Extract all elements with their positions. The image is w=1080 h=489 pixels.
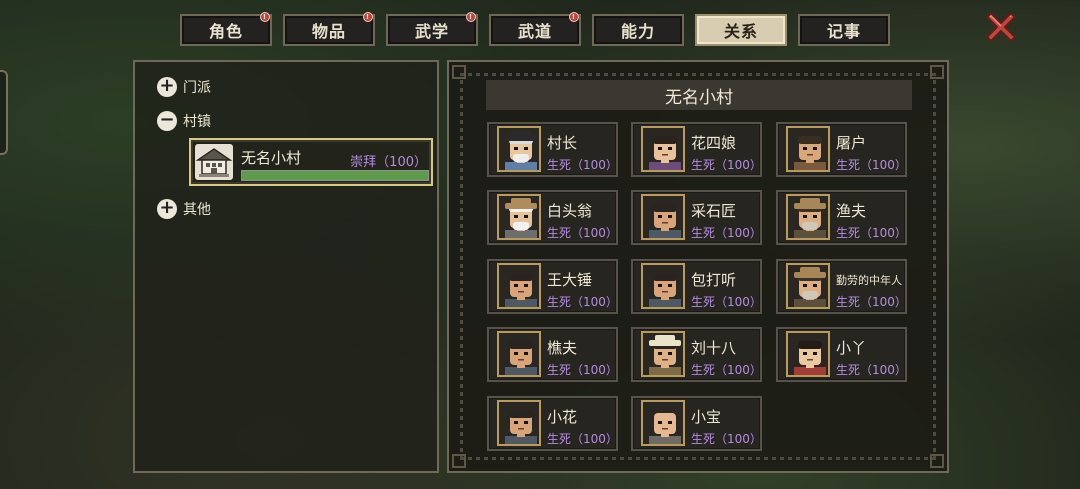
character-card[interactable]: 采石匠生死（100） xyxy=(631,190,762,245)
character-portrait-icon xyxy=(786,194,830,240)
character-relation: 生死（100） xyxy=(547,432,618,446)
tab-label: 关系 xyxy=(723,22,758,41)
village-relation: 崇拜（100） xyxy=(350,155,427,170)
character-relation: 生死（100） xyxy=(691,295,762,309)
character-relation: 生死（100） xyxy=(836,363,907,377)
region-tree-panel: + 门派 − 村镇 无名小村 崇拜（100） + 其他 xyxy=(133,60,439,473)
character-relation: 生死（100） xyxy=(836,226,907,240)
character-card[interactable]: 勤劳的中年人 生死（100） xyxy=(776,259,907,314)
tab-label: 物品 xyxy=(311,22,346,41)
character-portrait-icon xyxy=(641,400,685,446)
village-name: 无名小村 xyxy=(241,149,302,167)
tree-group-label: 其他 xyxy=(183,202,211,218)
character-name: 花四娘 xyxy=(691,134,737,152)
corner-ornament xyxy=(930,65,944,79)
character-card[interactable]: 王大锤生死（100） xyxy=(487,259,618,314)
tree-group-villages[interactable]: − 村镇 xyxy=(157,111,211,131)
character-relation: 生死（100） xyxy=(547,158,618,172)
relation-progress-fill xyxy=(242,171,428,180)
tab-martial-arts[interactable]: 武学 ! xyxy=(386,12,478,46)
notification-badge-icon: ! xyxy=(363,12,373,22)
character-portrait-icon xyxy=(497,194,541,240)
character-portrait-icon xyxy=(641,194,685,240)
character-relation: 生死（100） xyxy=(547,363,618,377)
notification-badge-icon: ! xyxy=(466,12,476,22)
character-name: 樵夫 xyxy=(547,339,578,357)
character-card[interactable]: 花四娘生死（100） xyxy=(631,122,762,177)
expand-plus-icon[interactable]: + xyxy=(157,77,177,97)
corner-ornament xyxy=(452,65,466,79)
village-house-icon xyxy=(195,144,233,180)
character-portrait-icon xyxy=(497,126,541,172)
tab-label: 武学 xyxy=(414,22,449,41)
character-portrait-icon xyxy=(786,126,830,172)
tab-journal[interactable]: 记事 xyxy=(798,14,890,46)
character-relation: 生死（100） xyxy=(691,226,762,240)
tree-group-label: 门派 xyxy=(183,80,211,96)
corner-ornament xyxy=(452,454,466,468)
tab-label: 角色 xyxy=(208,22,243,41)
character-card[interactable]: 小丫生死（100） xyxy=(776,327,907,382)
relation-progress-bar xyxy=(241,170,429,181)
character-relation: 生死（100） xyxy=(691,432,762,446)
character-relation: 生死（100） xyxy=(547,295,618,309)
character-card[interactable]: 刘十八生死（100） xyxy=(631,327,762,382)
character-portrait-icon xyxy=(497,331,541,377)
character-card[interactable]: 小花生死（100） xyxy=(487,396,618,451)
character-portrait-icon xyxy=(497,400,541,446)
character-card[interactable]: 白头翁生死（100） xyxy=(487,190,618,245)
character-relation: 生死（100） xyxy=(691,158,762,172)
tab-label: 记事 xyxy=(826,22,861,41)
character-card[interactable]: 屠户生死（100） xyxy=(776,122,907,177)
character-relation: 生死（100） xyxy=(836,158,907,172)
character-relation: 生死（100） xyxy=(691,363,762,377)
character-card[interactable]: 小宝生死（100） xyxy=(631,396,762,451)
tab-label: 武道 xyxy=(517,22,552,41)
character-card[interactable]: 包打听生死（100） xyxy=(631,259,762,314)
character-portrait-icon xyxy=(641,263,685,309)
notification-badge-icon: ! xyxy=(569,12,579,22)
notification-badge-icon: ! xyxy=(260,12,270,22)
character-name: 采石匠 xyxy=(691,202,737,220)
character-name: 屠户 xyxy=(836,134,867,152)
close-button[interactable] xyxy=(982,8,1020,46)
expand-plus-icon[interactable]: + xyxy=(157,199,177,219)
character-name: 王大锤 xyxy=(547,271,593,289)
character-portrait-icon xyxy=(786,331,830,377)
tree-group-label: 村镇 xyxy=(183,114,211,130)
character-relation: 生死（100） xyxy=(836,295,907,309)
character-name: 白头翁 xyxy=(547,202,593,220)
panel-title: 无名小村 xyxy=(486,80,912,110)
character-card[interactable]: 樵夫生死（100） xyxy=(487,327,618,382)
character-portrait-icon xyxy=(641,126,685,172)
tab-items[interactable]: 物品 ! xyxy=(283,12,375,46)
character-relations-panel: 无名小村 村长 生死（100） 花四娘 生死（100） 屠户 生死（100） 白头翁 生死（1… xyxy=(447,60,949,473)
character-name: 小丫 xyxy=(836,339,867,357)
tab-martial-way[interactable]: 武道 ! xyxy=(489,12,581,46)
tab-abilities[interactable]: 能力 xyxy=(592,14,684,46)
character-name: 小花 xyxy=(547,408,578,426)
tree-group-others[interactable]: + 其他 xyxy=(157,199,211,219)
side-drawer-handle[interactable] xyxy=(0,70,8,155)
character-portrait-icon xyxy=(786,263,830,309)
character-name: 勤劳的中年人 xyxy=(836,274,902,287)
character-card[interactable]: 渔夫生死（100） xyxy=(776,190,907,245)
collapse-minus-icon[interactable]: − xyxy=(157,111,177,131)
tree-group-sects[interactable]: + 门派 xyxy=(157,77,211,97)
character-portrait-icon xyxy=(497,263,541,309)
character-relation: 生死（100） xyxy=(547,226,618,240)
character-name: 包打听 xyxy=(691,271,737,289)
character-portrait-icon xyxy=(641,331,685,377)
tab-relations[interactable]: 关系 xyxy=(695,14,787,46)
character-name: 村长 xyxy=(547,134,578,152)
character-name: 渔夫 xyxy=(836,202,867,220)
character-name: 小宝 xyxy=(691,408,722,426)
tab-label: 能力 xyxy=(620,22,655,41)
tab-character[interactable]: 角色 ! xyxy=(180,12,272,46)
corner-ornament xyxy=(930,454,944,468)
character-name: 刘十八 xyxy=(691,339,737,357)
village-item-selected[interactable]: 无名小村 崇拜（100） xyxy=(189,138,433,186)
character-card[interactable]: 村长生死（100） xyxy=(487,122,618,177)
close-x-icon xyxy=(985,11,1017,43)
